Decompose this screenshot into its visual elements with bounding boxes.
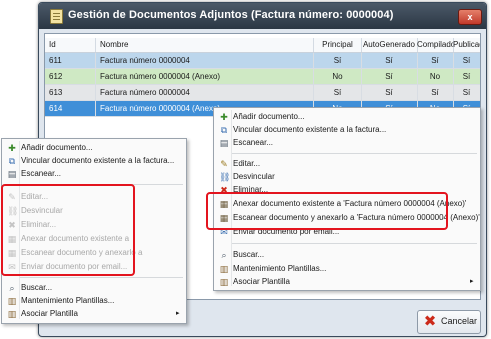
edit-icon: ✎ <box>220 159 228 169</box>
cell-id: 613 <box>45 85 96 100</box>
window-title: Gestión de Documentos Adjuntos (Factura … <box>68 9 394 21</box>
column-header-publicado[interactable]: Publicado <box>453 38 480 52</box>
menu-item-add-document[interactable]: ✚ Añadir documento... <box>214 111 480 123</box>
column-header-nombre[interactable]: Nombre <box>96 38 314 52</box>
cell-nombre: Factura número 0000004 (Anexo) <box>96 69 314 84</box>
left-menu-item-add-document[interactable]: ✚ Añadir documento... <box>2 142 186 154</box>
cell-compilado: No <box>417 69 454 84</box>
table-row[interactable]: 613 Factura número 0000004 Sí Sí Sí Sí <box>45 85 480 101</box>
menu-item-label: Asociar Plantilla <box>233 277 290 286</box>
scanner-icon: ▤ <box>219 138 229 148</box>
table-header: Id Nombre Principal AutoGenerado Compila… <box>45 38 480 53</box>
menu-item-label: Mantenimiento Plantillas... <box>21 296 115 305</box>
column-header-principal[interactable]: Principal <box>314 38 362 52</box>
scanner-icon: ▤ <box>7 169 17 179</box>
cell-nombre: Factura número 0000004 <box>96 53 314 68</box>
templates-icon: ▥ <box>219 264 229 274</box>
template-associate-icon: ▥ <box>7 309 17 319</box>
menu-separator <box>232 153 477 154</box>
menu-item-label: Escanear... <box>21 169 62 178</box>
cell-id: 614 <box>45 101 96 116</box>
menu-item-label: Buscar... <box>233 250 265 259</box>
column-header-autogenerado[interactable]: AutoGenerado <box>361 38 418 52</box>
menu-item-label: Desvincular <box>233 172 275 181</box>
menu-item-link-document[interactable]: ⧉ Vincular documento existente a la fact… <box>214 124 480 136</box>
cell-autogenerado: Sí <box>361 69 418 84</box>
menu-item-templates[interactable]: ▥ Mantenimiento Plantillas... <box>214 263 480 275</box>
cell-compilado: Sí <box>417 85 454 100</box>
highlight-attach-items <box>206 192 448 230</box>
submenu-arrow-icon: ▸ <box>470 278 474 285</box>
left-menu-item-search[interactable]: ⌕ Buscar... <box>2 282 186 294</box>
menu-item-label: Vincular documento existente a la factur… <box>21 156 175 165</box>
add-document-icon: ✚ <box>220 112 228 122</box>
unlink-icon: ⛓ <box>219 172 231 182</box>
cell-compilado: Sí <box>417 53 454 68</box>
cancel-x-icon: ✖ <box>423 313 437 330</box>
cancel-button[interactable]: ✖ Cancelar <box>417 310 481 334</box>
templates-icon: ▥ <box>7 296 17 306</box>
cell-principal: Sí <box>314 53 362 68</box>
menu-item-label: Escanear... <box>233 138 274 147</box>
menu-item-scan[interactable]: ▤ Escanear... <box>214 137 480 149</box>
menu-separator <box>20 277 183 278</box>
link-document-icon: ⧉ <box>8 156 16 166</box>
menu-item-label: Mantenimiento Plantillas... <box>233 264 327 273</box>
menu-item-label: Vincular documento existente a la factur… <box>233 125 387 134</box>
menu-item-search[interactable]: ⌕ Buscar... <box>214 249 480 261</box>
title-bar[interactable]: Gestión de Documentos Adjuntos (Factura … <box>39 3 486 29</box>
menu-item-edit[interactable]: ✎ Editar... <box>214 158 480 170</box>
highlight-disabled-items <box>1 184 135 276</box>
cell-autogenerado: Sí <box>361 85 418 100</box>
column-header-compilado[interactable]: Compilado <box>417 38 454 52</box>
table-row[interactable]: 611 Factura número 0000004 Sí Sí Sí Sí <box>45 53 480 69</box>
menu-item-label: Añadir documento... <box>233 112 305 121</box>
search-icon: ⌕ <box>221 250 227 260</box>
menu-item-label: Asociar Plantilla <box>21 309 78 318</box>
column-header-id[interactable]: Id <box>45 38 96 52</box>
cell-id: 612 <box>45 69 96 84</box>
close-button[interactable]: x <box>458 9 482 25</box>
cell-nombre: Factura número 0000004 <box>96 85 314 100</box>
menu-item-label: Editar... <box>233 159 261 168</box>
left-menu-item-scan[interactable]: ▤ Escanear... <box>2 168 186 180</box>
cell-id: 611 <box>45 53 96 68</box>
cell-principal: No <box>314 69 362 84</box>
cell-publicado: Sí <box>462 88 471 97</box>
cell-autogenerado: Sí <box>361 53 418 68</box>
cell-publicado: Sí <box>462 56 471 65</box>
table-row[interactable]: 612 Factura número 0000004 (Anexo) No Sí… <box>45 69 480 85</box>
link-document-icon: ⧉ <box>220 125 228 135</box>
left-menu-item-templates[interactable]: ▥ Mantenimiento Plantillas... <box>2 295 186 307</box>
cancel-button-label: Cancelar <box>441 316 478 326</box>
cell-principal: Sí <box>314 85 362 100</box>
left-menu-item-associate-template[interactable]: ▥ Asociar Plantilla ▸ <box>2 308 186 320</box>
menu-separator <box>232 243 477 244</box>
menu-item-associate-template[interactable]: ▥ Asociar Plantilla ▸ <box>214 276 480 288</box>
menu-item-label: Añadir documento... <box>21 143 93 152</box>
menu-item-label: Buscar... <box>21 283 53 292</box>
left-menu-item-link-document[interactable]: ⧉ Vincular documento existente a la fact… <box>2 155 186 167</box>
submenu-arrow-icon: ▸ <box>176 310 180 317</box>
add-document-icon: ✚ <box>8 143 16 153</box>
template-associate-icon: ▥ <box>219 277 229 287</box>
document-app-icon <box>50 9 63 24</box>
search-icon: ⌕ <box>9 283 15 293</box>
cell-publicado: Sí <box>462 72 471 81</box>
menu-item-unlink[interactable]: ⛓ Desvincular <box>214 171 480 183</box>
